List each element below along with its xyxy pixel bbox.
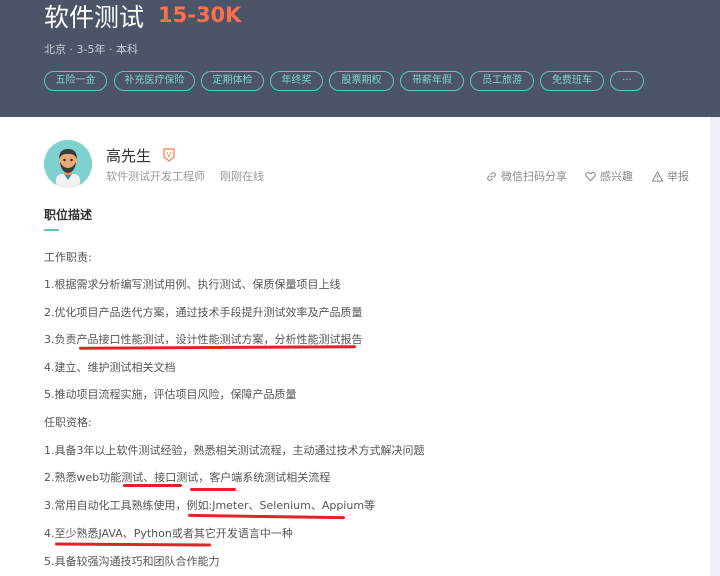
highlight-mark [123,484,182,487]
wechat-share-button[interactable]: 微信扫码分享 [486,168,567,184]
warning-icon [651,170,664,182]
tag-benefit: 五险一金 [44,71,107,91]
desc-line: 4.至少熟悉JAVA、Python或者其它开发语言中一种 [44,527,293,540]
highlight-mark [54,542,212,547]
desc-line: 2.熟悉web功能测试、接口测试，客户端系统测试相关流程 [44,471,331,484]
tag-benefit: 定期体检 [201,71,264,91]
desc-heading-requirements: 任职资格: [44,416,92,429]
link-icon [487,172,496,181]
interest-label: 感兴趣 [600,170,633,183]
recruiter-name: 高先生 [106,147,152,165]
desc-line: 2.优化项目产品迭代方案，通过技术手段提升测试效率及产品质量 [44,306,363,319]
highlight-mark [187,513,346,520]
desc-line: 5.具备较强沟通技巧和团队合作能力 [44,555,220,568]
online-status: 刚刚在线 [220,170,264,183]
highlight-mark [78,345,357,350]
wechat-share-label: 微信扫码分享 [501,170,567,183]
recruiter-role: 软件测试开发工程师 [106,170,205,183]
section-title-underline [44,229,59,231]
desc-line: 3.常用自动化工具熟练使用，例如:Jmeter、Selenium、Appium等 [44,499,376,512]
job-header: 软件测试 15-30K 北京 · 3-5年 · 本科 五险一金 补充医疗保险 定… [0,0,720,117]
desc-line: 5.推动项目流程实施，评估项目风险，保障产品质量 [44,388,297,401]
job-meta: 北京 · 3-5年 · 本科 [44,43,138,56]
more-tags-button[interactable]: ··· [610,71,644,91]
salary: 15-30K [158,3,242,27]
highlight-mark [190,488,236,491]
verified-badge-letter: V [167,151,172,159]
tag-benefit: 带薪年假 [400,71,464,91]
interest-button[interactable]: 感兴趣 [585,168,633,184]
tag-benefit: 员工旅游 [470,71,534,91]
tag-benefit: 年终奖 [270,71,323,91]
job-title: 软件测试 [44,3,145,32]
avatar[interactable] [44,140,92,188]
desc-line: 1.根据需求分析编写测试用例、执行测试、保质保量项目上线 [44,278,341,291]
desc-heading-duties: 工作职责: [44,251,92,264]
section-title: 职位描述 [44,208,93,222]
verified-badge-icon: V [163,148,175,162]
tag-benefit: 免费班车 [540,71,604,91]
report-label: 举报 [667,170,689,183]
heart-icon [585,172,596,182]
avatar-icon [44,140,92,188]
tag-benefit: 股票期权 [329,71,394,91]
desc-line: 4.建立、维护测试相关文档 [44,361,176,374]
report-button[interactable]: 举报 [651,168,689,184]
desc-line: 1.具备3年以上软件测试经验，熟悉相关测试流程，主动通过技术方式解决问题 [44,444,425,457]
page-gutter [710,117,720,576]
tag-benefit: 补充医疗保险 [114,71,195,91]
